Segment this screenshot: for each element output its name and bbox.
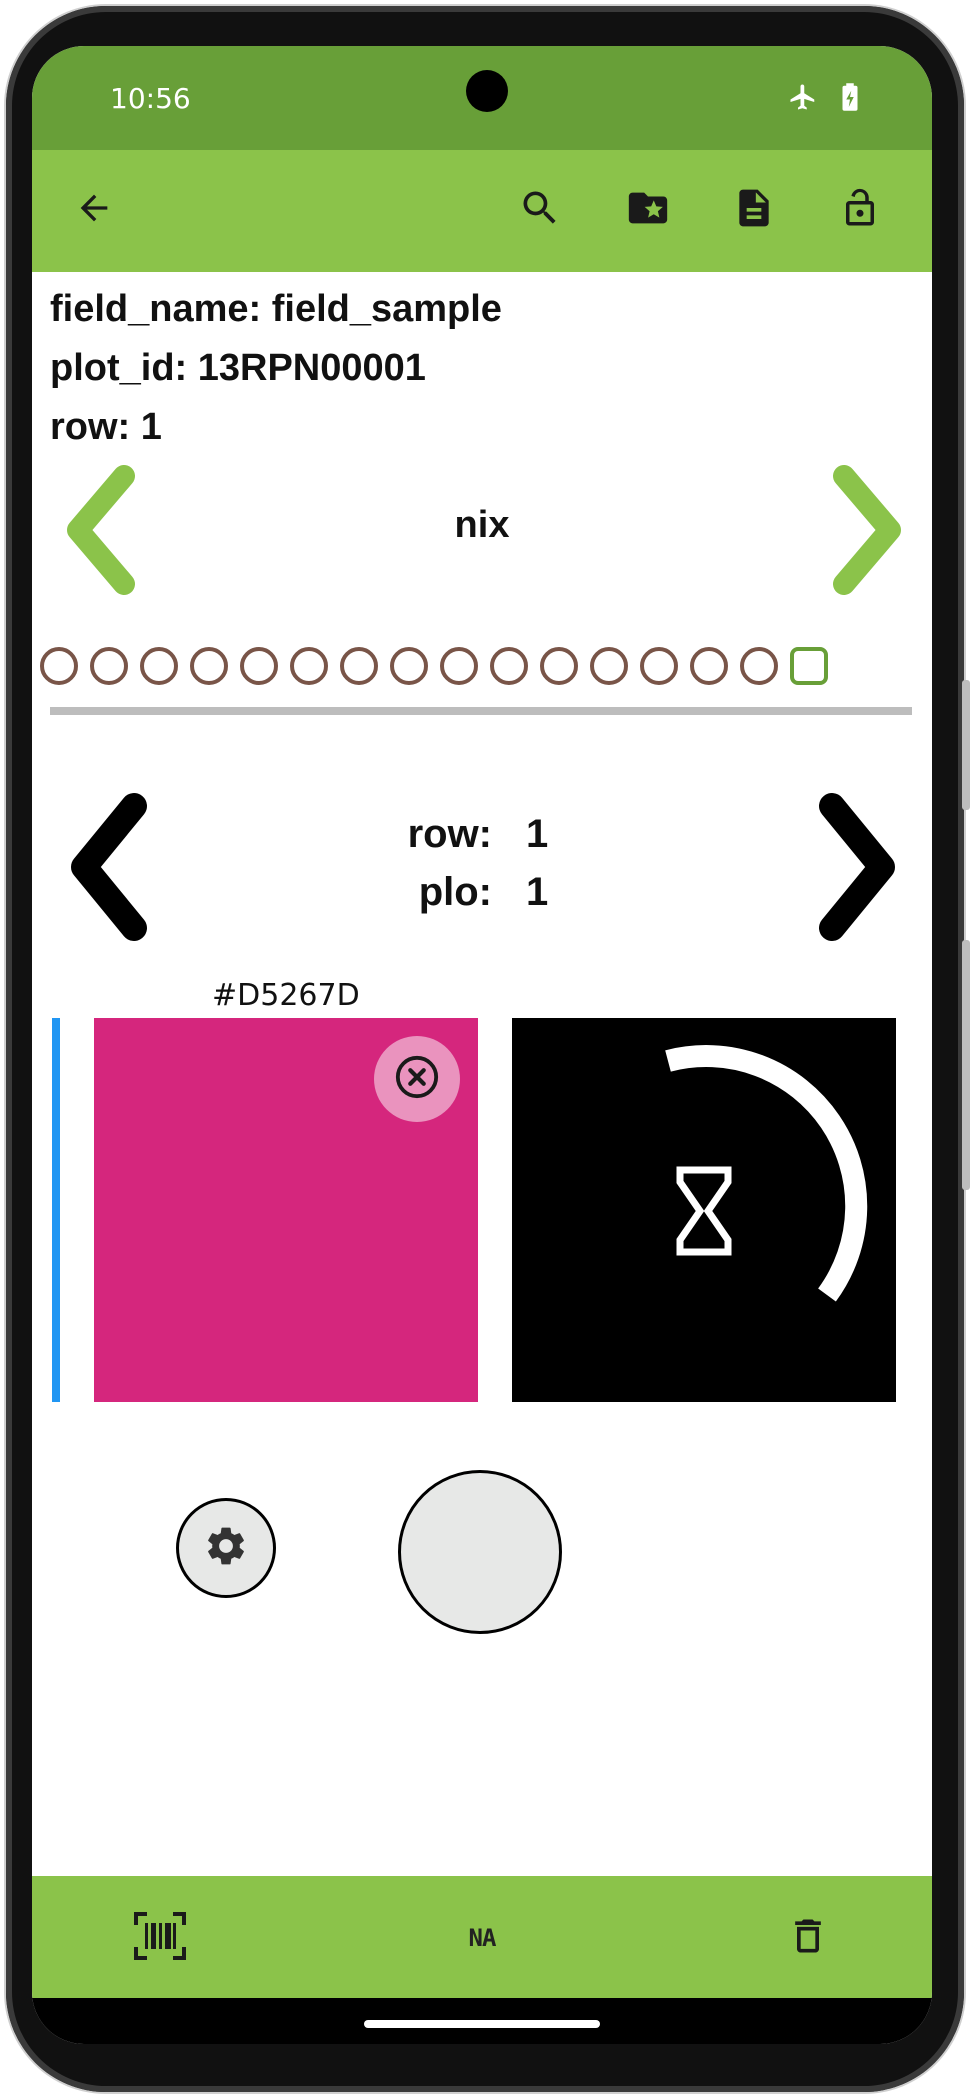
home-indicator[interactable] <box>364 2020 600 2028</box>
battery-charging-icon <box>840 82 860 117</box>
status-bar: 10:56 <box>32 46 932 150</box>
progress-dot[interactable] <box>540 647 578 685</box>
unlock-icon <box>839 184 881 237</box>
progress-dot[interactable] <box>590 647 628 685</box>
barcode-scan-button[interactable] <box>132 1910 188 1966</box>
previous-plot-button[interactable] <box>58 792 168 942</box>
summary-button[interactable] <box>728 184 780 236</box>
next-plot-button[interactable] <box>798 792 908 942</box>
status-time: 10:56 <box>110 82 191 115</box>
next-trait-button[interactable] <box>808 460 918 600</box>
divider <box>50 707 912 715</box>
na-icon: NA <box>468 1924 497 1952</box>
barcode-scan-icon <box>133 1911 187 1966</box>
range-navigator: row: 1 plo: 1 <box>32 746 932 941</box>
progress-dot[interactable] <box>690 647 728 685</box>
progress-dot[interactable] <box>140 647 178 685</box>
progress-dot[interactable] <box>90 647 128 685</box>
trait-selector: nix <box>32 460 932 600</box>
front-camera <box>466 70 508 112</box>
delete-icon <box>786 1911 830 1966</box>
progress-dot[interactable] <box>290 647 328 685</box>
system-nav-bar <box>32 1998 932 2044</box>
progress-dot[interactable] <box>390 647 428 685</box>
bottom-toolbar: NA <box>32 1876 932 1998</box>
progress-dot[interactable] <box>790 647 828 685</box>
app-screen: 10:56 field_name: field_sample plot_id: … <box>32 46 932 2044</box>
progress-dot[interactable] <box>240 647 278 685</box>
app-toolbar <box>32 150 932 272</box>
lock-button[interactable] <box>834 184 886 236</box>
trait-name: nix <box>454 504 510 546</box>
airplane-mode-icon <box>788 82 818 117</box>
progress-dot[interactable] <box>190 647 228 685</box>
favorites-folder-button[interactable] <box>622 184 674 236</box>
gear-icon <box>203 1523 249 1574</box>
folder-star-icon <box>625 185 671 236</box>
close-circle-icon <box>394 1054 440 1105</box>
capture-button[interactable] <box>398 1470 562 1634</box>
back-arrow-icon <box>74 188 114 233</box>
search-button[interactable] <box>514 184 566 236</box>
range-plot-key: plo: <box>418 870 492 914</box>
chevron-right-icon <box>798 793 908 946</box>
na-button[interactable]: NA <box>454 1910 510 1966</box>
range-plot-value: 1 <box>526 870 549 914</box>
progress-dot[interactable] <box>640 647 678 685</box>
range-row-value: 1 <box>526 812 549 856</box>
back-button[interactable] <box>68 184 120 236</box>
search-icon <box>518 186 562 235</box>
progress-dot[interactable] <box>440 647 478 685</box>
plot-info: field_name: field_sample plot_id: 13RPN0… <box>50 280 502 457</box>
progress-dot[interactable] <box>340 647 378 685</box>
chevron-left-icon <box>50 465 160 604</box>
field-name-label: field_name: field_sample <box>50 288 502 330</box>
color-swatch[interactable] <box>94 1018 478 1402</box>
chevron-left-icon <box>58 793 168 946</box>
trait-progress <box>40 640 920 692</box>
range-row-key: row: <box>407 812 492 856</box>
document-icon <box>732 185 776 236</box>
row-label: row: 1 <box>50 406 162 448</box>
progress-dot[interactable] <box>40 647 78 685</box>
progress-dot[interactable] <box>740 647 778 685</box>
chevron-right-icon <box>808 465 918 604</box>
progress-dot[interactable] <box>490 647 528 685</box>
loading-tile <box>512 1018 896 1402</box>
volume-button <box>962 680 970 810</box>
selection-indicator <box>52 1018 60 1402</box>
clear-color-button[interactable] <box>374 1036 460 1122</box>
delete-button[interactable] <box>780 1910 836 1966</box>
plot-id-label: plot_id: 13RPN00001 <box>50 347 426 389</box>
color-hex-label: #D5267D <box>212 978 360 1013</box>
settings-button[interactable] <box>176 1498 276 1598</box>
power-button <box>962 940 970 1190</box>
